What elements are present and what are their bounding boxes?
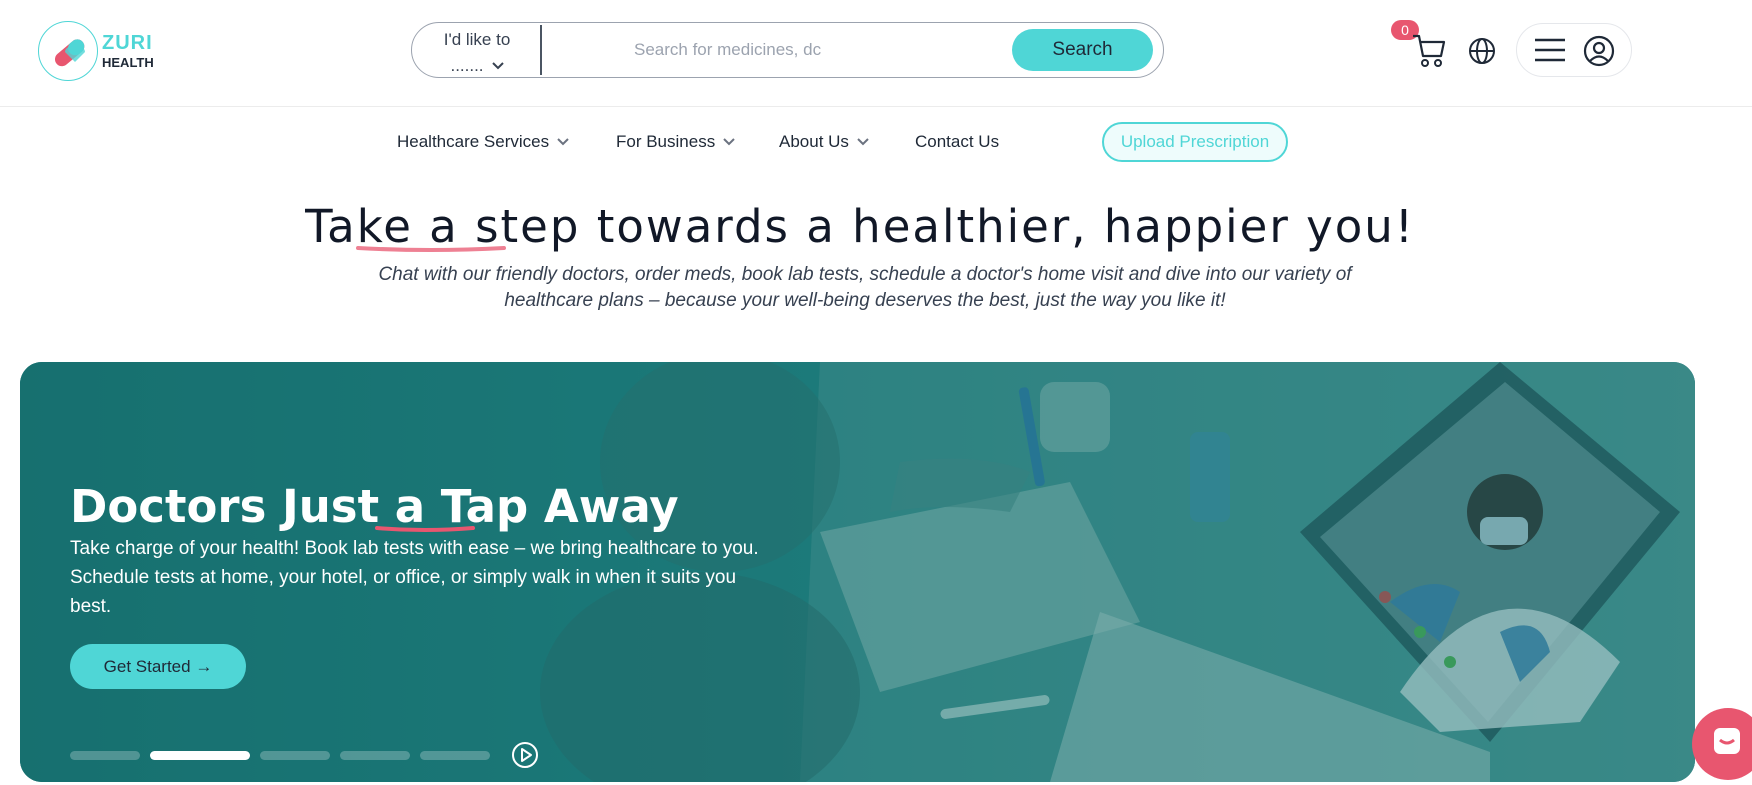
chat-smile-icon [1714,728,1740,754]
carousel-dot[interactable] [260,750,330,760]
carousel-dot-active[interactable] [150,750,250,760]
hamburger-menu-icon[interactable] [1534,37,1566,63]
brand-logo[interactable]: ZURI HEALTH [38,21,154,81]
search-divider [540,25,542,75]
nav-contact-us[interactable]: Contact Us [915,132,999,152]
nav-healthcare-services[interactable]: Healthcare Services [397,132,569,152]
chevron-down-icon [857,138,869,146]
search-button[interactable]: Search [1012,29,1153,71]
site-header: ZURI HEALTH I'd like to ....... Search 0 [0,0,1752,107]
chat-widget-button[interactable] [1692,708,1752,780]
main-nav: Healthcare Services For Business About U… [0,108,1752,176]
cart-icon[interactable] [1411,30,1447,68]
carousel-dot[interactable] [340,750,410,760]
hero-title: Take a step towards a healthier, happier… [305,200,1415,253]
carousel-dot[interactable] [420,750,490,760]
search-bar: I'd like to ....... Search [411,22,1164,78]
logo-mark-icon [38,21,98,81]
nav-label: About Us [779,132,849,151]
chevron-down-icon [491,62,504,70]
carousel-indicators [70,740,540,770]
intent-dropdown[interactable]: I'd like to ....... [412,23,542,76]
nav-label: Contact Us [915,132,1000,151]
search-input[interactable] [552,31,972,69]
hero-subtitle: Chat with our friendly doctors, order me… [378,264,1352,311]
chevron-down-icon [723,138,735,146]
nav-about-us[interactable]: About Us [779,132,869,152]
chevron-down-icon [557,138,569,146]
nav-label: Healthcare Services [397,132,550,151]
title-underline-decoration [356,246,506,252]
intent-label: I'd like to [443,30,511,49]
language-globe-icon[interactable] [1467,36,1497,66]
carousel-dot[interactable] [70,750,140,760]
intent-placeholder: ....... [450,56,484,75]
brand-name-primary: ZURI [102,32,153,54]
title-underline-decoration [375,526,475,532]
hero-banner-carousel: Doctors Just a Tap Away Take charge of y… [20,362,1695,782]
brand-name-secondary: HEALTH [102,55,154,70]
account-menu-group [1516,23,1632,77]
get-started-button[interactable]: Get Started → [70,644,246,689]
banner-description: Take charge of your health! Book lab tes… [70,538,759,617]
nav-for-business[interactable]: For Business [616,132,735,152]
play-pause-icon[interactable] [510,740,540,770]
nav-label: For Business [616,132,716,151]
upload-prescription-button[interactable]: Upload Prescription [1102,122,1288,162]
user-account-icon[interactable] [1583,35,1615,67]
